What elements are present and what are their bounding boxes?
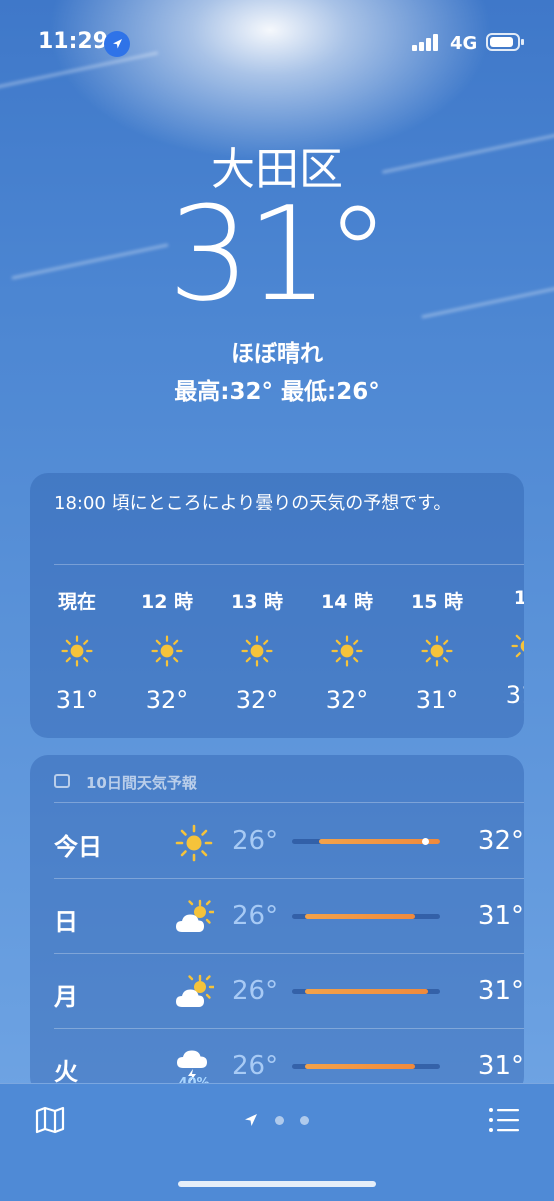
divider [54, 802, 524, 803]
high-temperature: 32° [477, 826, 524, 856]
sun-icon [330, 634, 364, 668]
current-temperature: 31° [167, 178, 390, 330]
sun-icon [420, 634, 454, 668]
day-label: 火 [54, 1058, 78, 1086]
hourly-item: 15 時 31° [402, 587, 472, 714]
hour-temperature: 31° [55, 686, 99, 714]
divider [54, 564, 524, 565]
low-temperature: 26° [232, 976, 279, 1006]
page-indicator[interactable] [243, 1112, 313, 1128]
page-dot[interactable] [275, 1116, 284, 1125]
map-icon[interactable] [34, 1104, 66, 1136]
high-temperature: 31° [477, 1051, 524, 1081]
temperature-range-bar [292, 914, 440, 919]
daily-row[interactable]: 今日 26° 32° [54, 805, 524, 879]
day-label: 日 [54, 908, 78, 936]
low-temperature: 26° [232, 826, 279, 856]
high-temperature: 31° [477, 976, 524, 1006]
hour-temperature: 31° [505, 681, 524, 709]
current-location-icon [245, 1114, 257, 1126]
low-temperature: 26° [232, 901, 279, 931]
hour-label: 現在 [57, 591, 96, 613]
sun-icon [510, 629, 524, 663]
hourly-item: 14 時 32° [312, 587, 382, 714]
temperature-range-bar [292, 989, 440, 994]
battery-icon [486, 33, 524, 51]
temperature-range-fill [305, 989, 429, 994]
sun-icon [174, 823, 214, 863]
day-label: 今日 [54, 833, 102, 861]
signal-icon [412, 33, 442, 51]
ten-day-forecast-card[interactable]: 10日間天気予報 今日26°32°日26°31°月26°31°火40%26°31… [30, 755, 524, 1095]
status-bar: 11:29 4G [0, 0, 554, 88]
hour-label: 15 時 [410, 591, 464, 613]
hourly-item: 16 31° [492, 587, 524, 709]
partly-cloudy-icon [174, 898, 216, 938]
low-temperature: 26° [232, 1051, 279, 1081]
hour-temperature: 32° [235, 686, 279, 714]
status-time: 11:29 [38, 29, 109, 54]
sun-icon [60, 634, 94, 668]
location-arrow-icon [104, 31, 130, 57]
hourly-item: 13 時 32° [222, 587, 292, 714]
ten-day-title: 10日間天気予報 [86, 774, 197, 792]
page-dot[interactable] [300, 1116, 309, 1125]
high-low-text: 最高:32° 最低:26° [174, 379, 380, 405]
hour-temperature: 32° [325, 686, 369, 714]
hourly-item: 現在 31° [42, 587, 112, 714]
hour-label: 14 時 [320, 591, 374, 613]
forecast-summary: 18:00 頃にところにより曇りの天気の予想です。 [54, 493, 452, 514]
hour-label: 13 時 [230, 591, 284, 613]
hour-temperature: 32° [145, 686, 189, 714]
divider [54, 878, 524, 879]
hour-label: 12 時 [140, 591, 194, 613]
condition-text: ほぼ晴れ [231, 341, 323, 367]
partly-cloudy-icon [174, 973, 216, 1013]
bottom-toolbar [0, 1083, 554, 1201]
divider [54, 1028, 524, 1029]
hourly-item: 12 時 32° [132, 587, 202, 714]
sun-icon [150, 634, 184, 668]
day-label: 月 [54, 983, 78, 1011]
temperature-range-bar [292, 838, 440, 845]
hour-temperature: 31° [415, 686, 459, 714]
sun-icon [240, 634, 274, 668]
divider [54, 953, 524, 954]
hourly-forecast-card[interactable]: 18:00 頃にところにより曇りの天気の予想です。 現在 31° 12 時 32° 13… [30, 473, 524, 738]
temperature-range-fill [305, 914, 415, 919]
temperature-range-fill [305, 1064, 415, 1069]
daily-row[interactable]: 月 26° 31° [54, 955, 524, 1029]
calendar-icon [54, 774, 70, 788]
network-type: 4G [450, 33, 478, 54]
battery-level [490, 37, 514, 47]
list-icon[interactable] [488, 1106, 520, 1134]
temperature-range-bar [292, 1064, 440, 1069]
home-indicator[interactable] [178, 1181, 376, 1187]
high-temperature: 31° [477, 901, 524, 931]
hour-label: 16 [513, 587, 524, 609]
daily-row[interactable]: 日 26° 31° [54, 880, 524, 954]
